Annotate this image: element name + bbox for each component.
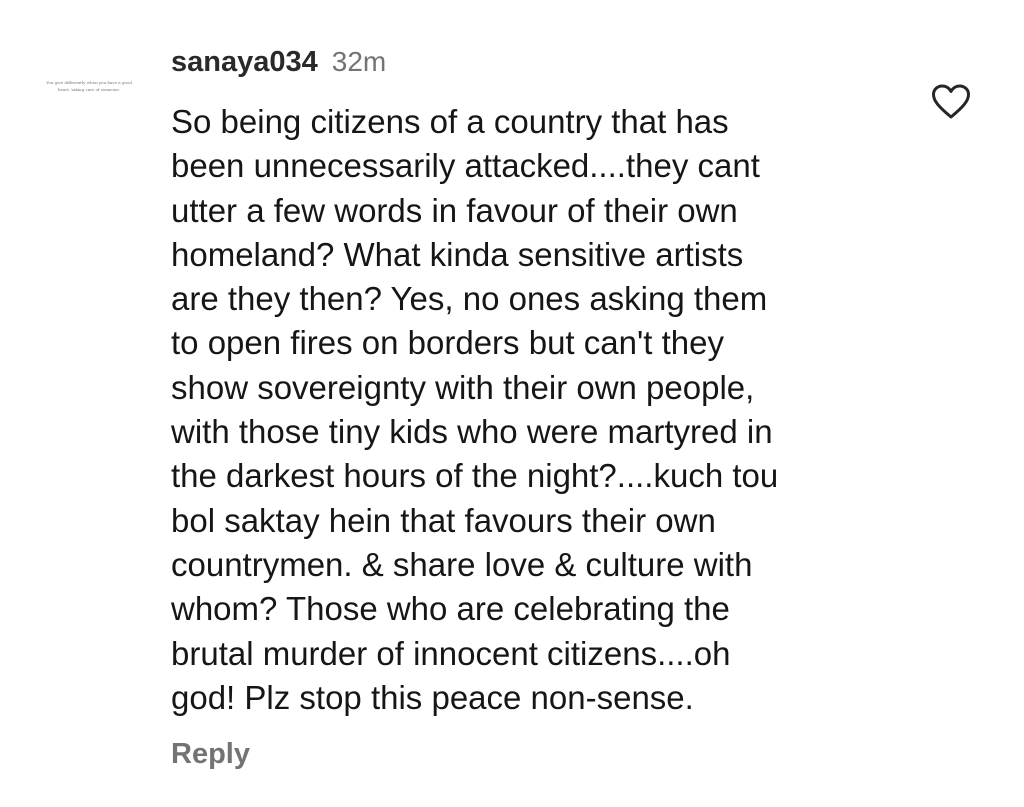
timestamp: 32m — [331, 46, 387, 77]
comment-line: to open fires on borders but can't they — [171, 324, 724, 362]
comment-line: homeland? What kinda sensitive artists — [171, 235, 744, 273]
comment-line: show sovereignty with their own people, — [171, 368, 755, 406]
comment-header: sanaya034 32m — [171, 40, 386, 84]
comment-line: god! Plz stop this peace non-sense. — [171, 678, 694, 716]
comment-line: So being citizens of a country that has — [171, 103, 729, 140]
comment-line: are they then? Yes, no ones asking them — [171, 280, 768, 318]
reply-button[interactable]: Reply — [171, 738, 250, 771]
username[interactable]: sanaya034 — [171, 46, 318, 79]
comment-line: brutal murder of innocent citizens....oh — [171, 634, 731, 672]
comment-line: countrymen. & share love & culture with — [171, 545, 753, 583]
comment-item: You give differently when you have a goo… — [0, 0, 1024, 807]
like-button[interactable] — [928, 80, 974, 124]
avatar[interactable]: You give differently when you have a goo… — [44, 50, 134, 122]
comment-line: the darkest hours of the night?....kuch … — [171, 457, 779, 495]
comment-line: with those tiny kids who were martyred i… — [171, 413, 773, 451]
comment-line: been unnecessarily attacked....they cant — [171, 147, 760, 185]
avatar-text-line: heart, taking care of someone. — [57, 87, 121, 92]
comment-line: whom? Those who are celebrating the — [171, 590, 730, 628]
heart-outline-icon — [932, 84, 970, 119]
avatar-text-line: You give differently when you have a goo… — [46, 80, 132, 85]
comment-body: So being citizens of a country that has … — [171, 100, 906, 720]
comment-line: bol saktay hein that favours their own — [171, 501, 716, 539]
comment-line: utter a few words in favour of their own — [171, 191, 738, 229]
